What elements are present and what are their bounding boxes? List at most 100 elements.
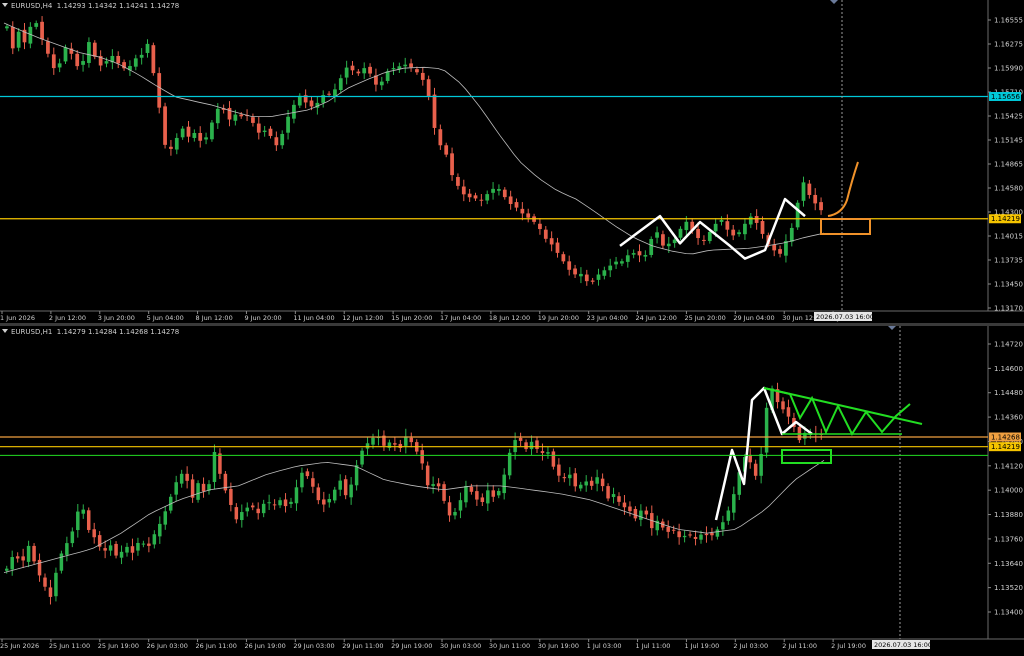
h1-candle-body bbox=[316, 487, 321, 501]
h1-symbol-label: EURUSD,H1 bbox=[11, 328, 53, 336]
h4-candle-body bbox=[233, 114, 238, 121]
h4-candle-body bbox=[10, 27, 15, 49]
h1-candle-body bbox=[425, 465, 430, 486]
h1-x-tick-label: 2 Jul 11:00 bbox=[782, 642, 817, 650]
h1-candle-body bbox=[639, 510, 643, 520]
h1-candle-body bbox=[453, 511, 457, 516]
h4-candle-body bbox=[514, 202, 519, 208]
h4-candle-body bbox=[145, 43, 150, 53]
h4-candle-body bbox=[57, 63, 62, 68]
h4-orange-zone-box bbox=[820, 218, 871, 235]
h1-candle-body bbox=[371, 437, 375, 445]
h4-candle-body bbox=[157, 73, 162, 108]
h1-candle-body bbox=[753, 463, 758, 476]
h1-candle-body bbox=[644, 510, 649, 515]
h1-x-tick-label: 26 Jun 19:00 bbox=[244, 642, 285, 650]
h4-y-tick-label: 1.14015 bbox=[994, 233, 1023, 241]
h4-candle-body bbox=[584, 274, 589, 282]
h1-candle-body bbox=[633, 508, 638, 519]
h1-candle-body bbox=[715, 529, 720, 537]
h1-candle-body bbox=[92, 529, 96, 538]
h4-x-tick-label: 25 Jun 20:00 bbox=[684, 314, 725, 322]
h4-candle-body bbox=[801, 182, 806, 201]
h4-x-tick-label: 11 Jun 04:00 bbox=[293, 314, 334, 322]
h1-candle-body bbox=[349, 484, 353, 498]
h4-candle-body bbox=[438, 129, 443, 146]
h1-y-tick-label: 1.13760 bbox=[994, 535, 1023, 543]
h4-x-tick-label: 8 Jun 12:00 bbox=[196, 314, 233, 322]
h4-candle-body bbox=[596, 274, 601, 280]
h4-candle-body bbox=[350, 65, 355, 71]
h1-candle-body bbox=[589, 480, 594, 486]
h4-candle-body bbox=[87, 42, 91, 63]
h1-candle-body bbox=[196, 483, 200, 500]
h1-green-pattern-zigzag bbox=[763, 387, 911, 437]
h4-candle-body bbox=[409, 63, 413, 68]
h1-candle-body bbox=[354, 465, 359, 486]
h1-candle-body bbox=[404, 436, 408, 446]
h4-candle-body bbox=[538, 223, 542, 230]
h4-candle-body bbox=[813, 194, 818, 204]
h1-candle-body bbox=[163, 511, 168, 525]
h4-candle-body bbox=[731, 229, 736, 236]
h4-candle-body bbox=[116, 55, 121, 64]
h4-price-tag-label: 1.14219 bbox=[991, 215, 1020, 223]
h1-y-tick-label: 1.13640 bbox=[994, 560, 1023, 568]
h1-candle-body bbox=[21, 556, 25, 561]
h1-candle-body bbox=[305, 471, 310, 477]
h4-candle-body bbox=[637, 251, 642, 256]
h1-candle-body bbox=[682, 535, 687, 538]
h4-candle-body bbox=[549, 238, 554, 245]
h4-candle-body bbox=[743, 223, 747, 235]
h1-candle-body bbox=[76, 511, 80, 531]
h4-ohlc-label: 1.14293 1.14342 1.14241 1.14278 bbox=[56, 2, 180, 10]
h1-candle-body bbox=[688, 534, 692, 536]
h1-candle-body bbox=[540, 451, 545, 453]
h1-candle-body bbox=[4, 568, 9, 571]
h1-y-tick-label: 1.14120 bbox=[994, 462, 1023, 470]
h4-candle-body bbox=[251, 117, 255, 123]
h1-candle-body bbox=[32, 545, 36, 562]
h4-y-tick-label: 1.13170 bbox=[994, 305, 1023, 313]
dropdown-triangle-icon bbox=[2, 329, 8, 333]
h1-candle-body bbox=[458, 500, 463, 511]
h4-candle-body bbox=[286, 116, 290, 133]
h4-candle-body bbox=[485, 194, 490, 201]
h1-candle-body bbox=[573, 473, 578, 487]
h1-chart-canvas[interactable]: 1.147201.146001.144801.143601.142401.141… bbox=[0, 326, 1024, 652]
h4-chart-canvas[interactable]: 1.165551.162751.159901.157101.154251.151… bbox=[0, 0, 1024, 323]
h1-chart-pane[interactable]: EURUSD,H1 1.14279 1.14284 1.14268 1.1427… bbox=[0, 326, 1024, 652]
h4-candle-body bbox=[356, 71, 361, 74]
h1-candle-body bbox=[256, 508, 260, 514]
h1-candle-body bbox=[732, 494, 736, 513]
h1-candle-body bbox=[185, 473, 189, 481]
h1-candle-body bbox=[250, 505, 255, 508]
h1-candle-body bbox=[568, 474, 572, 479]
h1-y-tick-label: 1.14480 bbox=[994, 389, 1023, 397]
h1-candle-body bbox=[764, 407, 769, 453]
h4-candle-body bbox=[391, 68, 396, 70]
h4-shift-marker-icon bbox=[830, 0, 838, 4]
h4-candle-body bbox=[75, 53, 80, 67]
h4-x-tick-label: 23 Jun 04:00 bbox=[587, 314, 628, 322]
h4-candle-body bbox=[819, 202, 823, 211]
h1-candle-body bbox=[289, 501, 293, 504]
h4-candle-body bbox=[520, 208, 525, 214]
h4-candle-body bbox=[268, 128, 273, 136]
h1-candle-body bbox=[480, 497, 485, 502]
h4-candle-body bbox=[368, 66, 372, 74]
h1-candle-body bbox=[622, 502, 627, 508]
h4-chart-pane[interactable]: EURUSD,H4 1.14293 1.14342 1.14241 1.1427… bbox=[0, 0, 1024, 323]
h1-x-tick-label: 29 Jun 11:00 bbox=[342, 642, 383, 650]
h4-x-tick-label: 15 Jun 20:00 bbox=[391, 314, 432, 322]
h4-candle-body bbox=[262, 130, 267, 133]
h1-candle-body bbox=[43, 577, 47, 587]
h4-candle-body bbox=[16, 31, 21, 48]
h4-candle-body bbox=[450, 153, 454, 176]
h1-candle-body bbox=[710, 533, 714, 536]
h4-x-tick-label: 17 Jun 04:00 bbox=[440, 314, 481, 322]
h1-candle-body bbox=[693, 536, 698, 539]
h4-x-tick-label: 19 Jun 20:00 bbox=[538, 314, 579, 322]
h1-candle-body bbox=[81, 509, 86, 514]
h4-candle-body bbox=[198, 132, 203, 141]
